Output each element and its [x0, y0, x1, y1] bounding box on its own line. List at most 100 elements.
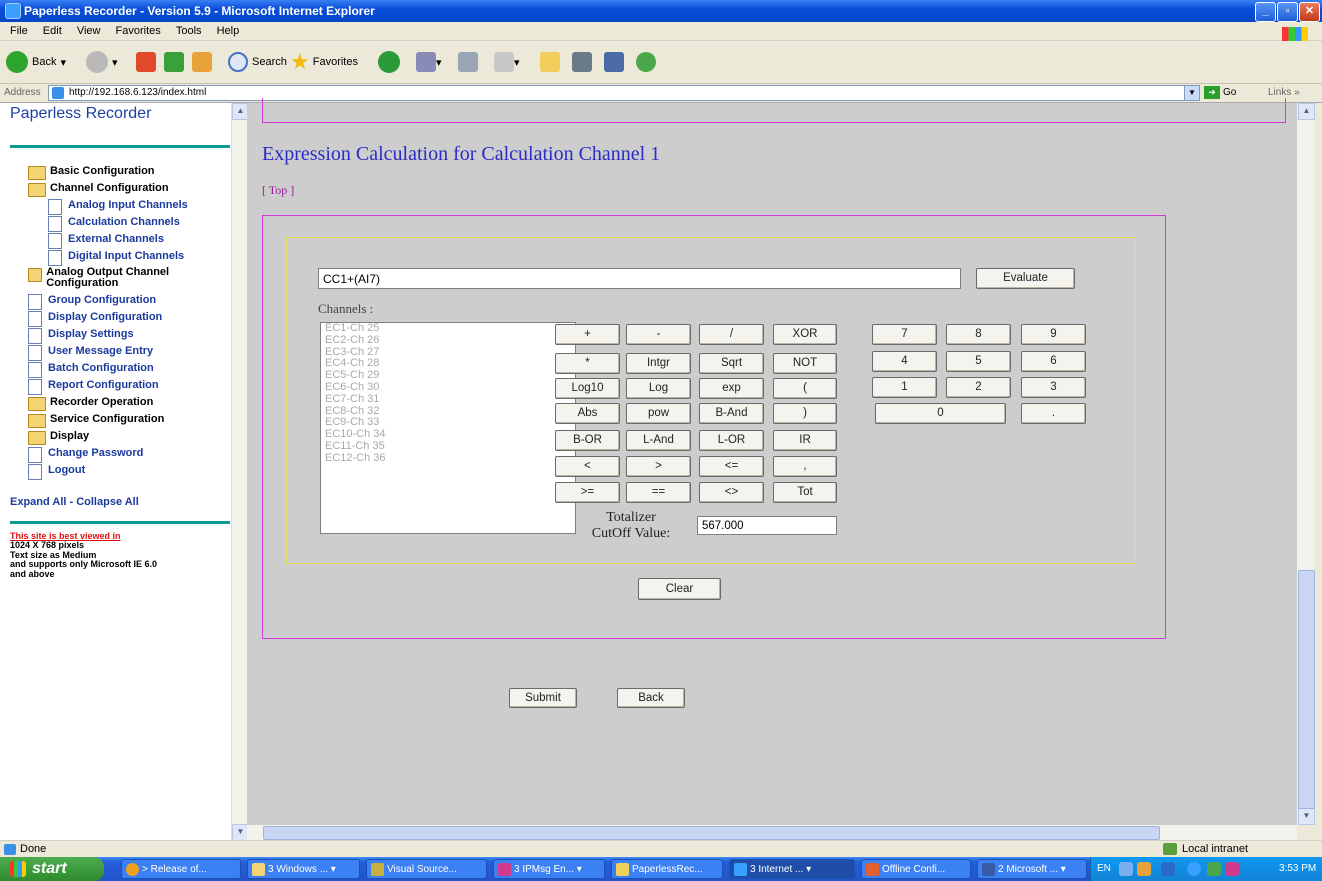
nav-batch-configuration[interactable]: Batch Configuration	[28, 362, 154, 378]
nav-channel-configuration[interactable]: Channel Configuration	[28, 182, 169, 197]
nav-display-settings[interactable]: Display Settings	[28, 328, 134, 344]
back-form-button[interactable]: Back	[617, 688, 685, 708]
mail-button[interactable]: ▾	[416, 49, 442, 75]
favorites-button[interactable]: ★ Favorites	[290, 49, 358, 75]
scroll-down-button[interactable]: ▼	[1298, 808, 1315, 825]
left-frame-scrollbar[interactable]: ▲ ▼	[231, 103, 249, 841]
operator-button[interactable]: L-And	[626, 430, 691, 451]
digit-button[interactable]: 3	[1021, 377, 1086, 398]
horizontal-scrollbar-thumb[interactable]	[263, 826, 1160, 840]
digit-button[interactable]: 5	[946, 351, 1011, 372]
menu-file[interactable]: File	[10, 25, 28, 37]
digit-button[interactable]: 7	[872, 324, 937, 345]
tray-icon[interactable]	[1137, 862, 1151, 876]
operator-button[interactable]: Tot	[773, 482, 837, 503]
digit-button[interactable]: 9	[1021, 324, 1086, 345]
folder-button[interactable]	[540, 49, 560, 75]
minimize-button[interactable]: _	[1255, 2, 1276, 22]
edit-button[interactable]: ▾	[494, 49, 520, 75]
operator-button[interactable]: >	[626, 456, 691, 477]
operator-button[interactable]: IR	[773, 430, 837, 451]
history-button[interactable]	[378, 49, 404, 75]
taskbar-item[interactable]: PaperlessRec...	[611, 859, 723, 879]
list-item[interactable]: EC6-Ch 30	[321, 381, 575, 394]
digit-button[interactable]: 2	[946, 377, 1011, 398]
nav-digital-input-channels[interactable]: Digital Input Channels	[48, 250, 184, 266]
list-item[interactable]: EC12-Ch 36	[321, 452, 575, 465]
evaluate-button[interactable]: Evaluate	[976, 268, 1075, 289]
nav-analog-output-channel-configuration[interactable]: Analog Output Channel Configuration	[28, 267, 198, 289]
menu-tools[interactable]: Tools	[176, 25, 202, 37]
stop-button[interactable]	[136, 49, 156, 75]
list-item[interactable]: EC11-Ch 35	[321, 440, 575, 453]
operator-button[interactable]: L-OR	[699, 430, 764, 451]
nav-analog-input-channels[interactable]: Analog Input Channels	[48, 199, 188, 215]
links-button[interactable]: Links »	[1268, 87, 1300, 98]
operator-button[interactable]: Sqrt	[699, 353, 764, 374]
search-button[interactable]: Search	[228, 49, 287, 75]
operator-button[interactable]: Intgr	[626, 353, 691, 374]
nav-recorder-operation[interactable]: Recorder Operation	[28, 396, 153, 411]
menu-edit[interactable]: Edit	[43, 25, 62, 37]
operator-button[interactable]: -	[626, 324, 691, 345]
clear-button[interactable]: Clear	[638, 578, 721, 600]
operator-button[interactable]: exp	[699, 378, 764, 399]
operator-button[interactable]: Abs	[555, 403, 620, 424]
language-indicator[interactable]: EN	[1097, 863, 1111, 874]
back-button[interactable]: Back ▾	[6, 49, 66, 75]
nav-basic-configuration[interactable]: Basic Configuration	[28, 165, 155, 180]
taskbar-item[interactable]: 2 Microsoft ... ▾	[977, 859, 1087, 879]
taskbar-item[interactable]: Offline Confi...	[861, 859, 971, 879]
nav-logout[interactable]: Logout	[28, 464, 85, 480]
scrollbar-thumb[interactable]	[1298, 570, 1315, 809]
home-button[interactable]	[192, 49, 212, 75]
digit-button[interactable]: 6	[1021, 351, 1086, 372]
taskbar-item[interactable]: 3 IPMsg En... ▾	[493, 859, 605, 879]
expression-input[interactable]: CC1+(AI7)	[318, 268, 961, 289]
operator-button[interactable]: *	[555, 353, 620, 374]
nav-calculation-channels[interactable]: Calculation Channels	[48, 216, 180, 232]
channels-list[interactable]: EC1-Ch 25 EC2-Ch 26 EC3-Ch 27 EC4-Ch 28 …	[320, 322, 576, 534]
taskbar-item[interactable]: 3 Internet ... ▾	[729, 859, 855, 879]
operator-button[interactable]: pow	[626, 403, 691, 424]
list-item[interactable]: EC7-Ch 31	[321, 393, 575, 406]
nav-change-password[interactable]: Change Password	[28, 447, 143, 463]
zero-button[interactable]: 0	[875, 403, 1006, 424]
tray-icon[interactable]	[1207, 862, 1221, 876]
nav-user-message-entry[interactable]: User Message Entry	[28, 345, 153, 361]
tray-icon[interactable]	[1225, 862, 1239, 876]
operator-button[interactable]: )	[773, 403, 837, 424]
taskbar-item[interactable]: 3 Windows ... ▾	[247, 859, 360, 879]
nav-display[interactable]: Display	[28, 430, 89, 445]
digit-button[interactable]: 1	[872, 377, 937, 398]
taskbar-item[interactable]: Visual Source...	[366, 859, 487, 879]
list-item[interactable]: EC2-Ch 26	[321, 334, 575, 347]
operator-button[interactable]: +	[555, 324, 620, 345]
print-button[interactable]	[458, 49, 478, 75]
decimal-button[interactable]: .	[1021, 403, 1086, 424]
research-button[interactable]	[604, 49, 624, 75]
discuss-button[interactable]	[572, 49, 592, 75]
top-link[interactable]: [ Top ]	[262, 183, 294, 198]
digit-button[interactable]: 4	[872, 351, 937, 372]
nav-report-configuration[interactable]: Report Configuration	[28, 379, 159, 395]
operator-button[interactable]: <>	[699, 482, 764, 503]
digit-button[interactable]: 8	[946, 324, 1011, 345]
nav-group-configuration[interactable]: Group Configuration	[28, 294, 156, 310]
nav-service-configuration[interactable]: Service Configuration	[28, 413, 164, 428]
maximize-button[interactable]: ▫	[1277, 2, 1298, 22]
operator-button[interactable]: /	[699, 324, 764, 345]
scroll-up-button[interactable]: ▲	[1298, 103, 1315, 120]
menu-view[interactable]: View	[77, 25, 101, 37]
operator-button[interactable]: ,	[773, 456, 837, 477]
menu-help[interactable]: Help	[217, 25, 240, 37]
operator-button[interactable]: (	[773, 378, 837, 399]
operator-button[interactable]: B-OR	[555, 430, 620, 451]
tray-icon[interactable]	[1119, 862, 1133, 876]
nav-external-channels[interactable]: External Channels	[48, 233, 164, 249]
operator-button[interactable]: >=	[555, 482, 620, 503]
operator-button[interactable]: <=	[699, 456, 764, 477]
forward-button[interactable]: ▾	[86, 49, 118, 75]
operator-button[interactable]: Log	[626, 378, 691, 399]
nav-display-configuration[interactable]: Display Configuration	[28, 311, 162, 327]
